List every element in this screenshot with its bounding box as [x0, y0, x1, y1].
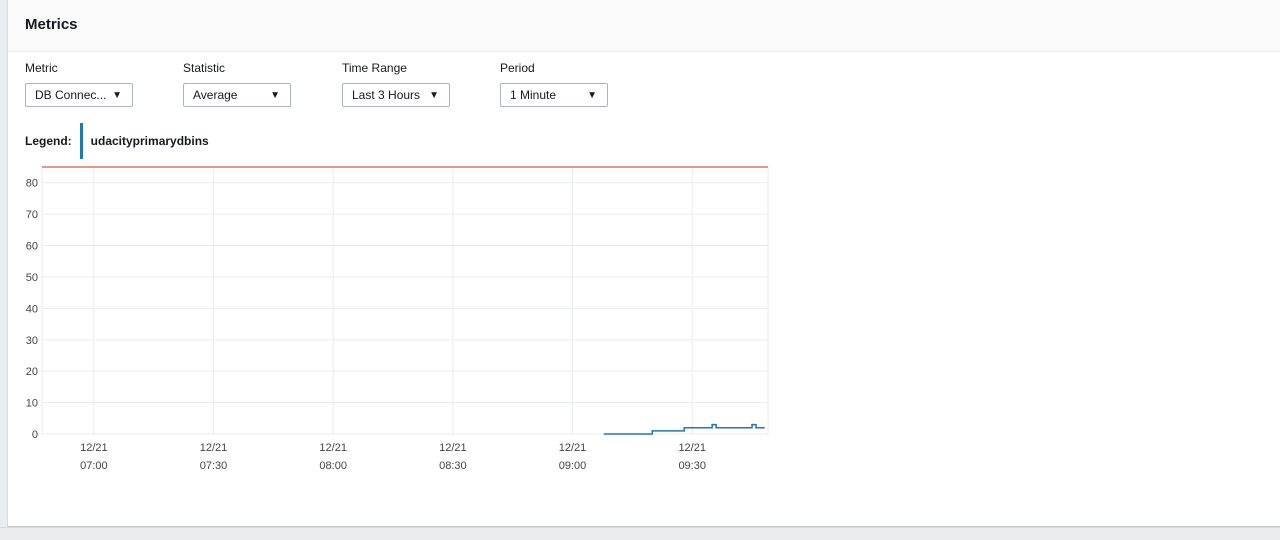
x-tick-time: 08:30 — [439, 460, 467, 472]
y-tick-label: 40 — [26, 303, 38, 315]
series-line — [604, 423, 765, 435]
metrics-panel: Metrics Metric DB Connec... ▼ Statistic … — [7, 0, 1280, 527]
time-range-value: Last 3 Hours — [352, 88, 421, 102]
statistic-control: Statistic Average ▼ — [183, 61, 291, 107]
data-point — [715, 426, 717, 429]
data-point — [711, 423, 713, 426]
statistic-dropdown[interactable]: Average ▼ — [183, 83, 291, 107]
data-point — [739, 426, 741, 429]
data-point — [751, 423, 753, 426]
y-tick-label: 80 — [26, 178, 38, 190]
x-tick-date: 12/21 — [678, 442, 706, 454]
data-point — [651, 430, 654, 432]
y-tick-label: 20 — [26, 366, 38, 378]
x-tick-time: 09:30 — [678, 460, 706, 472]
x-tick-date: 12/21 — [559, 442, 587, 454]
caret-down-icon: ▼ — [429, 89, 439, 101]
x-tick-time: 09:00 — [559, 460, 587, 472]
metric-control: Metric DB Connec... ▼ — [25, 61, 133, 107]
caret-down-icon: ▼ — [270, 89, 280, 101]
caret-down-icon: ▼ — [112, 89, 122, 101]
metric-value: DB Connec... — [35, 88, 107, 102]
data-point — [755, 426, 757, 429]
chart-legend: Legend: udacityprimarydbins — [25, 123, 209, 159]
plot-frame — [41, 166, 769, 435]
metric-label: Metric — [25, 61, 58, 75]
y-tick-label: 0 — [32, 429, 38, 441]
x-tick-time: 07:00 — [80, 460, 108, 472]
y-tick-label: 50 — [26, 272, 38, 284]
data-point — [763, 426, 765, 429]
period-label: Period — [500, 61, 535, 75]
data-point — [683, 426, 686, 429]
time-range-control: Time Range Last 3 Hours ▼ — [342, 61, 450, 107]
x-tick-date: 12/21 — [439, 442, 467, 454]
y-tick-label: 70 — [26, 209, 38, 221]
y-tick-label: 10 — [26, 398, 38, 410]
period-dropdown[interactable]: 1 Minute ▼ — [500, 83, 608, 107]
legend-label: Legend: — [25, 134, 72, 148]
period-value: 1 Minute — [510, 88, 557, 102]
caret-down-icon: ▼ — [587, 89, 597, 101]
x-tick-time: 08:00 — [319, 460, 347, 472]
legend-swatch — [79, 123, 83, 159]
metrics-chart: 0 10 20 30 40 50 60 70 80 12/21 07:00 12/21 07:30 12/… — [26, 166, 769, 472]
y-tick-label: 60 — [26, 241, 38, 253]
x-tick-date: 12/21 — [319, 442, 347, 454]
x-tick-date: 12/21 — [200, 442, 228, 454]
legend-series-name[interactable]: udacityprimarydbins — [91, 134, 209, 148]
time-range-dropdown[interactable]: Last 3 Hours ▼ — [342, 83, 450, 107]
background-footer — [0, 527, 1280, 540]
background-strip — [0, 0, 7, 539]
panel-title: Metrics — [25, 16, 78, 33]
x-tick-date: 12/21 — [80, 442, 108, 454]
x-tick-time: 07:30 — [200, 460, 228, 472]
metric-dropdown[interactable]: DB Connec... ▼ — [25, 83, 133, 107]
statistic-value: Average — [193, 88, 238, 102]
y-tick-label: 30 — [26, 335, 38, 347]
time-range-label: Time Range — [342, 61, 407, 75]
period-control: Period 1 Minute ▼ — [500, 61, 608, 107]
panel-header: Metrics — [8, 0, 1280, 52]
data-point — [603, 433, 606, 435]
statistic-label: Statistic — [183, 61, 226, 75]
